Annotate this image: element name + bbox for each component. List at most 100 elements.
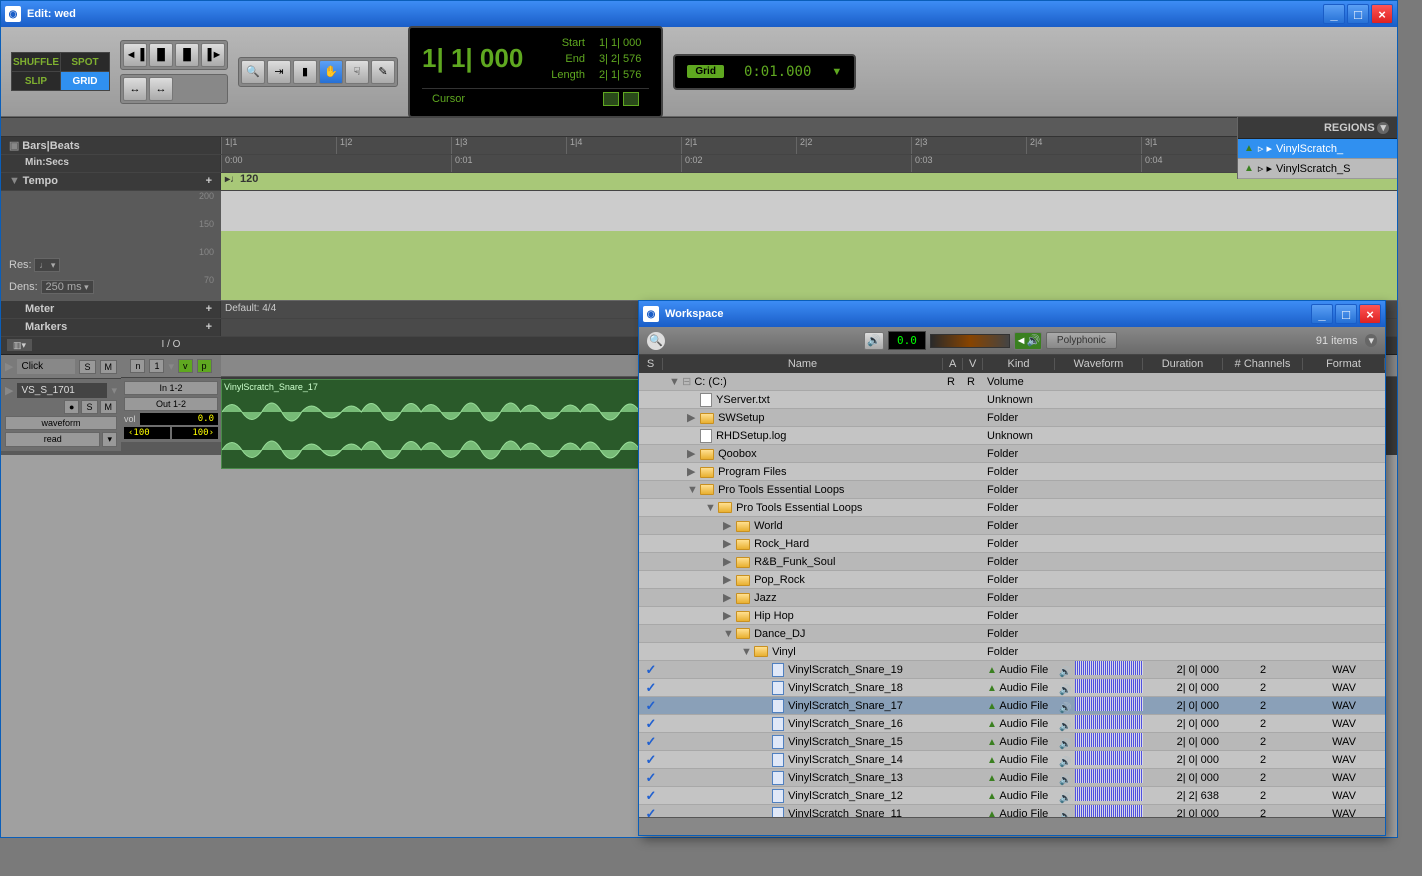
vs-waveform-view[interactable]: waveform (5, 416, 117, 430)
col-kind[interactable]: Kind (983, 358, 1055, 370)
speaker-icon[interactable]: 🔊 (1059, 757, 1071, 768)
click-v-button[interactable]: v (178, 359, 193, 373)
col-a[interactable]: A (943, 358, 963, 370)
cursor-icon-1[interactable] (603, 92, 619, 106)
disclosure-icon[interactable]: ▼ (723, 628, 733, 640)
vs-pan-left[interactable]: ‹100 (124, 427, 170, 439)
workspace-scrollbar[interactable] (639, 817, 1385, 835)
edit-titlebar[interactable]: ◉ Edit: wed _ □ × (1, 1, 1397, 27)
vs-automation-mode[interactable]: read (5, 432, 100, 447)
region-item-0[interactable]: ▲▹ ▸VinylScratch_ (1238, 139, 1397, 159)
file-row[interactable]: ✓ VinylScratch_Snare_15▲ Audio File🔊 2| … (639, 733, 1385, 751)
counter-start-value[interactable]: 1| 1| 000 (593, 36, 647, 50)
click-1-button[interactable]: 1 (149, 359, 164, 373)
counter-length-value[interactable]: 2| 1| 576 (593, 68, 647, 82)
disclosure-icon[interactable]: ▶ (723, 519, 733, 532)
dens-selector[interactable]: 250 ms ▾ (41, 280, 94, 294)
disclosure-icon[interactable]: ▶ (687, 465, 697, 478)
speaker-icon[interactable]: 🔊 (1059, 739, 1071, 750)
file-row[interactable]: ▶ Pop_RockFolder (639, 571, 1385, 589)
ws-minimize-button[interactable]: _ (1311, 304, 1333, 324)
file-row[interactable]: ▼ Pro Tools Essential LoopsFolder (639, 499, 1385, 517)
file-row[interactable]: RHDSetup.logUnknown (639, 427, 1385, 445)
vs-pan-right[interactable]: 100› (172, 427, 218, 439)
click-p-button[interactable]: p (197, 359, 212, 373)
vs-mute-button[interactable]: M (100, 400, 118, 414)
spot-mode-button[interactable]: SPOT (61, 53, 109, 71)
disclosure-icon[interactable]: ▶ (723, 591, 733, 604)
disclosure-icon[interactable]: ▶ (723, 537, 733, 550)
file-row[interactable]: ✓ VinylScratch_Snare_17▲ Audio File🔊 2| … (639, 697, 1385, 715)
file-row[interactable]: YServer.txtUnknown (639, 391, 1385, 409)
speaker-icon[interactable]: 🔊 (1059, 811, 1071, 817)
ws-maximize-button[interactable]: □ (1335, 304, 1357, 324)
nav-right-icon[interactable]: ↔ (149, 77, 173, 101)
disclosure-icon[interactable]: ▼ (669, 376, 679, 388)
loop-preview-icon[interactable]: ◄🔊 (1014, 332, 1042, 350)
file-row[interactable]: ▼ Pro Tools Essential LoopsFolder (639, 481, 1385, 499)
file-row[interactable]: ▶ Program FilesFolder (639, 463, 1385, 481)
workspace-file-list[interactable]: ▼ ⊟ C: (C:)RRVolume YServer.txtUnknown▶ … (639, 373, 1385, 817)
minimize-button[interactable]: _ (1323, 4, 1345, 24)
vs-options-icon[interactable]: ▾ (102, 432, 117, 447)
col-channels[interactable]: # Channels (1223, 358, 1303, 370)
zoomer-tool-icon[interactable]: 🔍 (241, 60, 265, 84)
grid-value[interactable]: 0:01.000 (744, 64, 811, 80)
zoom-in-v-icon[interactable]: ▐▌ (175, 43, 199, 67)
file-row[interactable]: ✓ VinylScratch_Snare_19▲ Audio File🔊 2| … (639, 661, 1385, 679)
speaker-icon[interactable]: 🔊 (1059, 775, 1071, 786)
disclosure-icon[interactable]: ▼ (705, 502, 715, 514)
grabber-tool-icon[interactable]: ✋ (319, 60, 343, 84)
file-row[interactable]: ▶ QooboxFolder (639, 445, 1385, 463)
trim-tool-icon[interactable]: ⇥ (267, 60, 291, 84)
file-row[interactable]: ✓ VinylScratch_Snare_11▲ Audio File🔊 2| … (639, 805, 1385, 817)
disclosure-icon[interactable]: ▶ (723, 555, 733, 568)
preview-speaker-icon[interactable]: 🔊 (864, 332, 884, 350)
zoom-out-h-icon[interactable]: ◄▐ (123, 43, 147, 67)
click-solo-button[interactable]: S (79, 360, 95, 374)
file-row[interactable]: ▶ Rock_HardFolder (639, 535, 1385, 553)
file-row[interactable]: ▼ VinylFolder (639, 643, 1385, 661)
regions-menu-icon[interactable]: ▾ (1377, 122, 1389, 134)
disclosure-icon[interactable]: ▼ (741, 646, 751, 658)
ws-close-button[interactable]: × (1359, 304, 1381, 324)
preview-level[interactable]: 0.0 (888, 331, 926, 350)
res-selector[interactable]: ♩ ▾ (34, 258, 60, 272)
col-duration[interactable]: Duration (1143, 358, 1223, 370)
close-button[interactable]: × (1371, 4, 1393, 24)
disclosure-icon[interactable]: ▼ (687, 484, 697, 496)
universe-overview[interactable] (1, 117, 1397, 137)
click-n-button[interactable]: n (130, 359, 145, 373)
ws-menu-icon[interactable]: ▾ (1365, 334, 1377, 347)
file-row[interactable]: ✓ VinylScratch_Snare_12▲ Audio File🔊 2| … (639, 787, 1385, 805)
workspace-titlebar[interactable]: ◉ Workspace _ □ × (639, 301, 1385, 327)
file-row[interactable]: ▶ R&B_Funk_SoulFolder (639, 553, 1385, 571)
nav-left-icon[interactable]: ↔ (123, 77, 147, 101)
col-v[interactable]: V (963, 358, 983, 370)
tempo-graph[interactable] (221, 191, 1397, 301)
speaker-icon[interactable]: 🔊 (1059, 793, 1071, 804)
region-item-1[interactable]: ▲▹ ▸VinylScratch_S (1238, 159, 1397, 179)
file-row[interactable]: ✓ VinylScratch_Snare_16▲ Audio File🔊 2| … (639, 715, 1385, 733)
selector-tool-icon[interactable]: ▮ (293, 60, 317, 84)
file-row[interactable]: ✓ VinylScratch_Snare_14▲ Audio File🔊 2| … (639, 751, 1385, 769)
file-row[interactable]: ▶ Hip HopFolder (639, 607, 1385, 625)
speaker-icon[interactable]: 🔊 (1059, 703, 1071, 714)
perm-v[interactable]: R (963, 376, 983, 388)
disclosure-icon[interactable]: ▶ (723, 609, 733, 622)
file-row[interactable]: ▼ ⊟ C: (C:)RRVolume (639, 373, 1385, 391)
cursor-icon-2[interactable] (623, 92, 639, 106)
grid-mode-button[interactable]: GRID (61, 72, 109, 90)
zoom-out-v-icon[interactable]: ▐▌ (149, 43, 173, 67)
col-name[interactable]: Name (663, 358, 943, 370)
vs-track-name[interactable]: VS_S_1701 (17, 383, 107, 398)
search-icon[interactable]: 🔍 (647, 332, 665, 350)
speaker-icon[interactable]: 🔊 (1059, 685, 1071, 696)
maximize-button[interactable]: □ (1347, 4, 1369, 24)
vs-rec-button[interactable]: ● (64, 400, 79, 414)
scrubber-tool-icon[interactable]: ☟ (345, 60, 369, 84)
file-row[interactable]: ▶ JazzFolder (639, 589, 1385, 607)
file-row[interactable]: ▶ SWSetupFolder (639, 409, 1385, 427)
slip-mode-button[interactable]: SLIP (12, 72, 60, 90)
speaker-icon[interactable]: 🔊 (1059, 667, 1071, 678)
